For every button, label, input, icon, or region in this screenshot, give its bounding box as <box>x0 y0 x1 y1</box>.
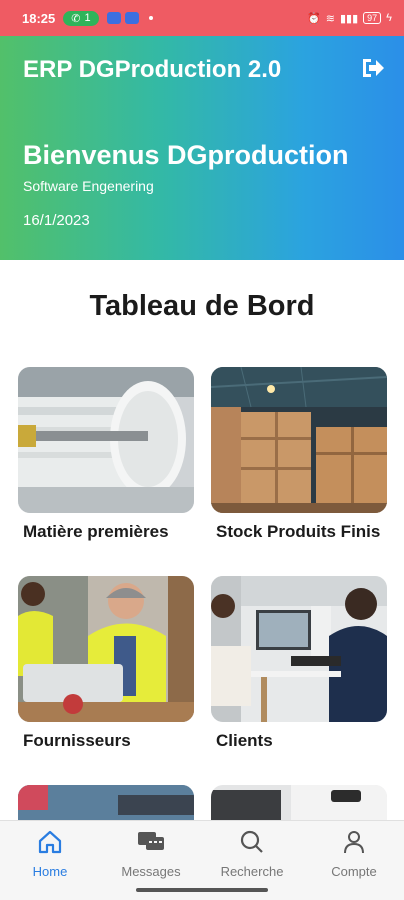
card-label: Fournisseurs <box>23 731 131 750</box>
battery-icon: 97 <box>363 12 382 24</box>
current-date: 16/1/2023 <box>23 212 90 229</box>
status-bar: 18:25 ✆ 1 ⏰ ≋ ▮▮▮ 97 ϟ <box>0 0 404 36</box>
charging-icon: ϟ <box>386 12 392 24</box>
nav-home[interactable]: Home <box>5 829 95 879</box>
welcome-title: Bienvenus DGproduction <box>23 140 349 170</box>
home-icon <box>5 829 95 860</box>
status-right: ⏰ ≋ ▮▮▮ 97 ϟ <box>307 12 392 25</box>
alarm-icon: ⏰ <box>307 12 321 25</box>
nav-label: Compte <box>331 864 377 879</box>
chat-icon <box>106 829 196 860</box>
call-pill: ✆ 1 <box>63 10 99 26</box>
card-label: Stock Produits Finis <box>216 522 381 541</box>
phone-icon: ✆ <box>71 12 81 25</box>
nav-messages[interactable]: Messages <box>106 829 196 879</box>
card-matieres-premieres[interactable]: Matière premières <box>18 367 194 543</box>
logout-icon[interactable] <box>360 56 386 80</box>
company-subtitle: Software Engenering <box>23 178 154 194</box>
dashboard-title: Tableau de Bord <box>89 290 315 322</box>
card-fournisseurs[interactable]: Fournisseurs <box>18 576 194 752</box>
app-notification-icon <box>106 12 121 24</box>
search-icon <box>207 829 297 860</box>
nav-recherche[interactable]: Recherche <box>207 829 297 879</box>
supplier-worker-photo <box>18 576 194 722</box>
nav-label: Home <box>32 864 68 879</box>
card-stock-produits-finis[interactable]: Stock Produits Finis <box>211 367 387 543</box>
nav-compte[interactable]: Compte <box>309 829 399 879</box>
signal-icon: ▮▮▮ <box>339 12 359 25</box>
wifi-icon: ≋ <box>325 12 335 25</box>
notif-count: 1 <box>84 12 91 24</box>
header-banner: ERP DGProduction 2.0 Bienvenus DGproduct… <box>0 36 404 260</box>
app-notification-icon-2 <box>124 12 139 24</box>
office-client-photo <box>211 576 387 722</box>
paper-roll-photo <box>18 367 194 513</box>
nav-label: Messages <box>121 864 181 879</box>
status-time: 18:25 <box>22 10 56 26</box>
card-clients[interactable]: Clients <box>211 576 387 752</box>
app-title: ERP DGProduction 2.0 <box>23 56 282 83</box>
nav-label: Recherche <box>220 864 284 879</box>
person-icon <box>309 829 399 860</box>
warehouse-boxes-photo <box>211 367 387 513</box>
gesture-home-bar[interactable] <box>136 888 268 892</box>
card-label: Clients <box>216 731 273 750</box>
more-notifications-dot <box>148 16 153 20</box>
card-label: Matière premières <box>23 522 169 541</box>
